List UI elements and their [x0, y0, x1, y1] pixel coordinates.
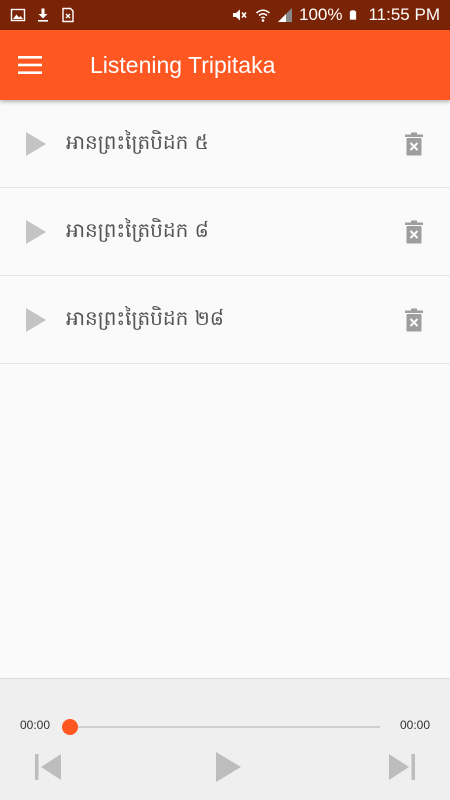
- next-button[interactable]: [380, 745, 424, 789]
- track-list: អានព្រះត្រៃបិដក ៥ អានព្រះត្រៃបិដក ៨ អានព…: [0, 100, 450, 364]
- track-play-button[interactable]: [6, 276, 66, 364]
- track-title: អានព្រះត្រៃបិដក ៨: [66, 217, 209, 242]
- seek-thumb[interactable]: [62, 719, 78, 735]
- play-pause-button[interactable]: [206, 745, 250, 789]
- track-delete-button[interactable]: [388, 100, 440, 188]
- track-title: អានព្រះត្រៃបិដក ២៨: [66, 305, 224, 330]
- battery-icon: [350, 10, 357, 20]
- skip-next-icon: [389, 754, 415, 780]
- audio-player: 00:00 00:00: [0, 678, 450, 800]
- status-time: 11:55 PM: [368, 5, 440, 24]
- status-bar: 100% 11:55 PM: [0, 0, 450, 30]
- track-play-button[interactable]: [6, 100, 66, 188]
- current-time: 00:00: [20, 718, 51, 732]
- track-row[interactable]: អានព្រះត្រៃបិដក ៨: [0, 188, 450, 276]
- play-icon: [26, 131, 46, 156]
- track-row[interactable]: អានព្រះត្រៃបិដក ២៨: [0, 276, 450, 364]
- skip-previous-icon: [35, 754, 61, 780]
- previous-button[interactable]: [26, 745, 70, 789]
- track-play-button[interactable]: [6, 188, 66, 276]
- trash-icon: [405, 132, 423, 155]
- sim-icon: [62, 7, 74, 23]
- app-bar: Listening Tripitaka: [0, 30, 450, 100]
- track-delete-button[interactable]: [388, 276, 440, 364]
- menu-button[interactable]: [0, 30, 60, 100]
- hamburger-menu-icon: [18, 56, 42, 74]
- download-icon: [38, 8, 48, 22]
- status-left-icons: [10, 7, 76, 23]
- play-icon: [216, 752, 241, 782]
- track-title: អានព្រះត្រៃបិដក ៥: [66, 129, 209, 154]
- wifi-icon: [256, 9, 270, 22]
- status-right: 100% 11:55 PM: [229, 5, 440, 25]
- signal-icon: [278, 8, 292, 22]
- track-row[interactable]: អានព្រះត្រៃបិដក ៥: [0, 100, 450, 188]
- trash-icon: [405, 308, 423, 331]
- battery-percent: 100%: [299, 5, 343, 24]
- play-icon: [26, 307, 46, 332]
- image-icon: [10, 8, 26, 22]
- mute-icon: [233, 9, 247, 21]
- track-delete-button[interactable]: [388, 188, 440, 276]
- seek-row: 00:00 00:00: [0, 717, 450, 737]
- play-icon: [26, 219, 46, 244]
- total-time: 00:00: [399, 718, 430, 732]
- app-screen: 100% 11:55 PM Listening Tripitaka អានព្រ…: [0, 0, 450, 800]
- player-controls: [0, 745, 450, 789]
- app-title: Listening Tripitaka: [90, 51, 276, 78]
- trash-icon: [405, 220, 423, 243]
- seek-bar[interactable]: [62, 719, 380, 735]
